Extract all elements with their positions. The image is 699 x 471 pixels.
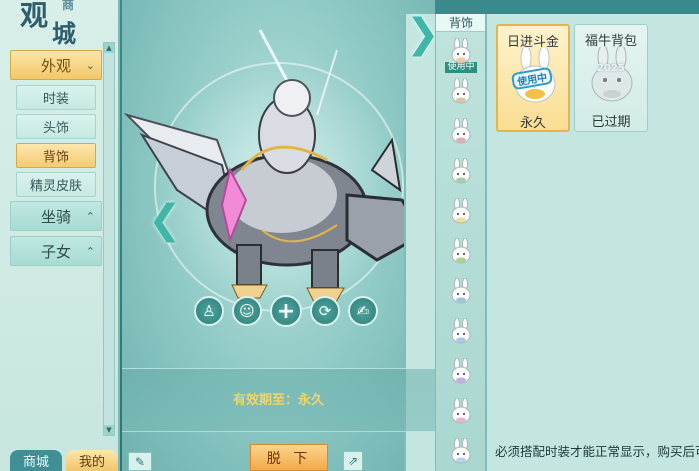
remove-button[interactable]: 脱 下	[250, 444, 328, 471]
item-card-expired[interactable]: 福牛背包 2025 已过期	[574, 24, 648, 132]
share-icon[interactable]: ⇗	[343, 451, 363, 471]
bunny-icon	[451, 318, 471, 344]
strip-item[interactable]	[445, 118, 477, 154]
sub-item-label: 头饰	[42, 121, 69, 136]
game-window: 观 商 城 外观 ⌄ 时装 头饰 背饰 精灵皮肤 坐骑 ⌃ 子女 ⌃ ▲ ▼ 商…	[0, 0, 699, 471]
sidebar-scrollbar[interactable]: ▲ ▼	[103, 42, 115, 436]
validity-text: 有效期至：永久	[232, 393, 324, 408]
bunny-icon	[451, 438, 471, 464]
gesture-icon[interactable]: ✍	[348, 296, 378, 326]
category-children-label: 子女	[40, 242, 71, 261]
bunny-icon	[451, 238, 471, 264]
back-accessory-strip: 背饰 使用中	[435, 14, 486, 471]
hint-text: 必须搭配时装才能正常显示，购买后可永久持有	[495, 444, 699, 459]
strip-item[interactable]	[445, 158, 477, 194]
item-card-active[interactable]: 日进斗金 使用中 永久	[496, 24, 570, 132]
ox-backpack-image	[591, 47, 633, 102]
strip-item[interactable]	[445, 198, 477, 234]
bunny-icon	[451, 398, 471, 424]
sub-item-back-accessory[interactable]: 背饰	[16, 143, 96, 168]
mount-model-image[interactable]	[122, 20, 435, 310]
item-card-status: 已过期	[591, 115, 631, 130]
category-appearance-label: 外观	[40, 56, 71, 75]
sub-item-label: 时装	[42, 92, 69, 107]
figure-view-icon[interactable]: ♙	[194, 296, 224, 326]
sub-item-headwear[interactable]: 头饰	[16, 114, 96, 139]
tab-mine-label: 我的	[78, 455, 105, 470]
category-mount-label: 坐骑	[40, 207, 71, 226]
bunny-icon	[451, 158, 471, 184]
category-mount[interactable]: 坐骑 ⌃	[10, 201, 102, 231]
scroll-up-icon[interactable]: ▲	[104, 43, 114, 53]
chevron-up-icon: ⌃	[85, 245, 95, 258]
add-icon[interactable]: +	[270, 295, 302, 327]
strip-item[interactable]	[445, 278, 477, 314]
pose-icon[interactable]: ☺	[232, 296, 262, 326]
item-panel: 日进斗金 使用中 永久 福牛背包 2025 已过期 必须搭配时装才能正常显示，购…	[485, 14, 699, 471]
shop-title-art: 观 商 城	[14, 0, 104, 48]
title-char-3: 商	[62, 0, 75, 12]
bunny-icon	[451, 278, 471, 304]
bunny-icon	[451, 118, 471, 144]
strip-item[interactable]	[445, 78, 477, 114]
strip-item[interactable]	[445, 318, 477, 354]
title-char-2: 城	[52, 19, 76, 48]
rotate-left-icon[interactable]: ❮	[148, 200, 182, 244]
item-card-status: 永久	[519, 116, 546, 131]
tab-mine[interactable]: 我的	[66, 450, 118, 471]
bunny-icon	[451, 78, 471, 104]
chevron-down-icon: ⌄	[85, 59, 95, 72]
spin-icon[interactable]: ⟳	[310, 296, 340, 326]
sub-item-label: 精灵皮肤	[29, 179, 82, 194]
bunny-icon	[451, 198, 471, 224]
strip-item[interactable]	[445, 238, 477, 274]
chevron-up-icon: ⌃	[85, 210, 95, 223]
strip-item[interactable]	[445, 438, 477, 471]
year-tag: 2025	[597, 63, 625, 74]
character-preview: ❮ ❯ ♙ ☺ + ⟳ ✍ 有效期至：永久 ✎ 脱 下 ⇗	[122, 0, 435, 471]
category-children[interactable]: 子女 ⌃	[10, 236, 102, 266]
tab-shop[interactable]: 商城	[10, 450, 62, 471]
strip-item[interactable]	[445, 398, 477, 434]
sub-item-fashion[interactable]: 时装	[16, 85, 96, 110]
category-appearance[interactable]: 外观 ⌄	[10, 50, 102, 80]
strip-item[interactable]: 使用中	[445, 38, 477, 74]
left-sidebar: 观 商 城 外观 ⌄ 时装 头饰 背饰 精灵皮肤 坐骑 ⌃ 子女 ⌃ ▲ ▼ 商…	[0, 0, 120, 471]
scroll-down-icon[interactable]: ▼	[104, 425, 114, 435]
title-char-1: 观	[20, 0, 49, 32]
tab-shop-label: 商城	[22, 455, 49, 470]
sub-item-label: 背饰	[42, 150, 69, 165]
edit-icon[interactable]: ✎	[128, 452, 152, 471]
strip-item[interactable]	[445, 358, 477, 394]
bunny-icon	[451, 38, 471, 64]
strip-title: 背饰	[436, 14, 486, 32]
bunny-icon	[451, 358, 471, 384]
sub-item-spirit-skin[interactable]: 精灵皮肤	[16, 172, 96, 197]
